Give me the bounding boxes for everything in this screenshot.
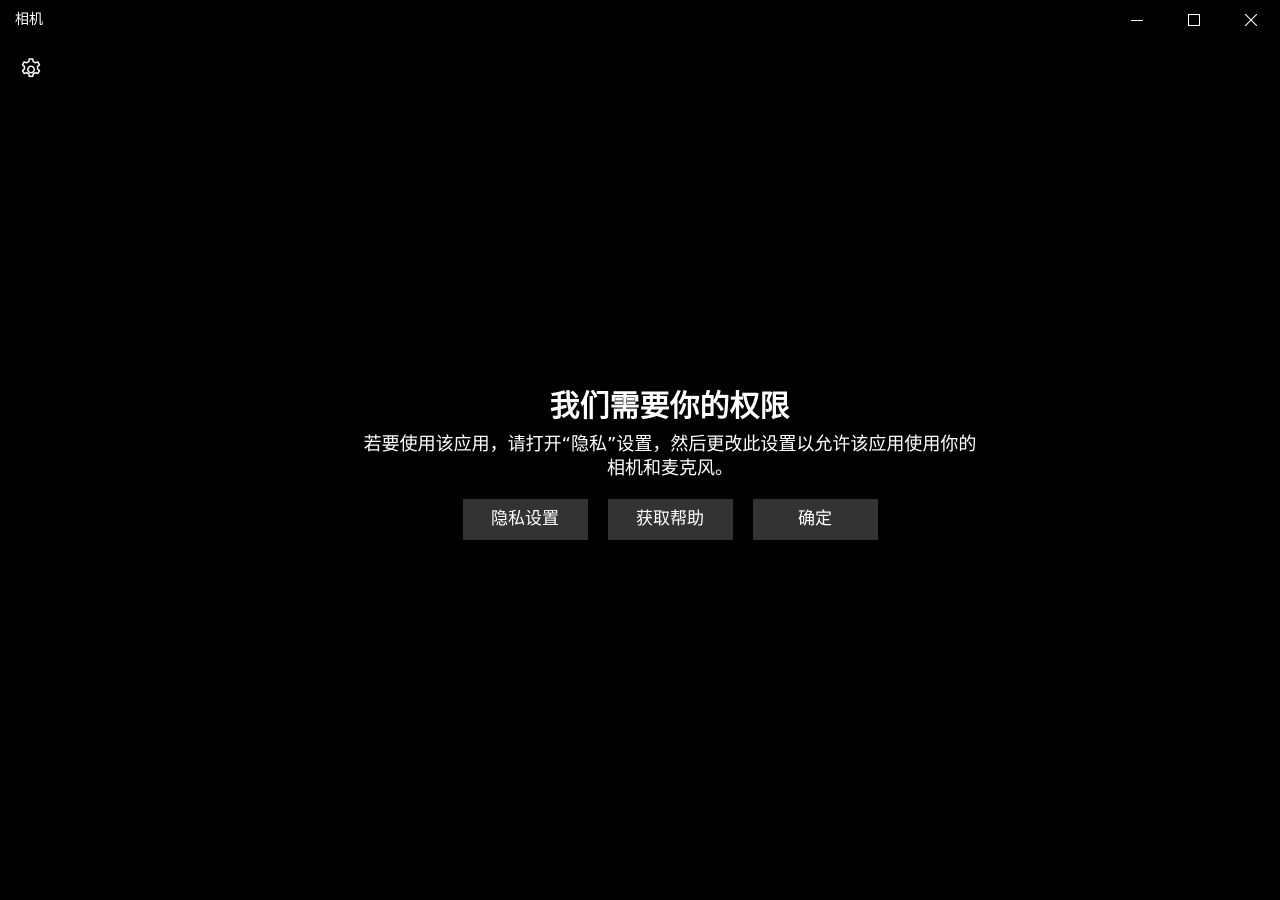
- permission-dialog: 我们需要你的权限 若要使用该应用，请打开“隐私”设置，然后更改此设置以允许该应用…: [340, 385, 1000, 540]
- get-help-button[interactable]: 获取帮助: [607, 499, 733, 540]
- dialog-message: 若要使用该应用，请打开“隐私”设置，然后更改此设置以允许该应用使用你的相机和麦克…: [363, 434, 977, 479]
- maximize-icon: [1187, 14, 1200, 26]
- title-bar: 相机: [0, 0, 1280, 40]
- dialog-title: 我们需要你的权限: [550, 389, 790, 424]
- ok-button[interactable]: 确定: [752, 499, 878, 540]
- minimize-icon: [1130, 14, 1143, 26]
- close-icon: [1244, 14, 1257, 26]
- dialog-button-row: 隐私设置 获取帮助 确定: [340, 499, 1000, 540]
- maximize-button[interactable]: [1165, 0, 1222, 40]
- minimize-button[interactable]: [1108, 0, 1165, 40]
- app-title: 相机: [15, 12, 43, 28]
- camera-app-window: 相机 我们需要你的权限 若要使用该应用，请打开“隐私”设置，然后更改此设置以允许…: [0, 0, 1280, 900]
- gear-icon: [19, 57, 43, 85]
- privacy-settings-button[interactable]: 隐私设置: [462, 499, 588, 540]
- close-button[interactable]: [1222, 0, 1279, 40]
- settings-button[interactable]: [10, 50, 52, 92]
